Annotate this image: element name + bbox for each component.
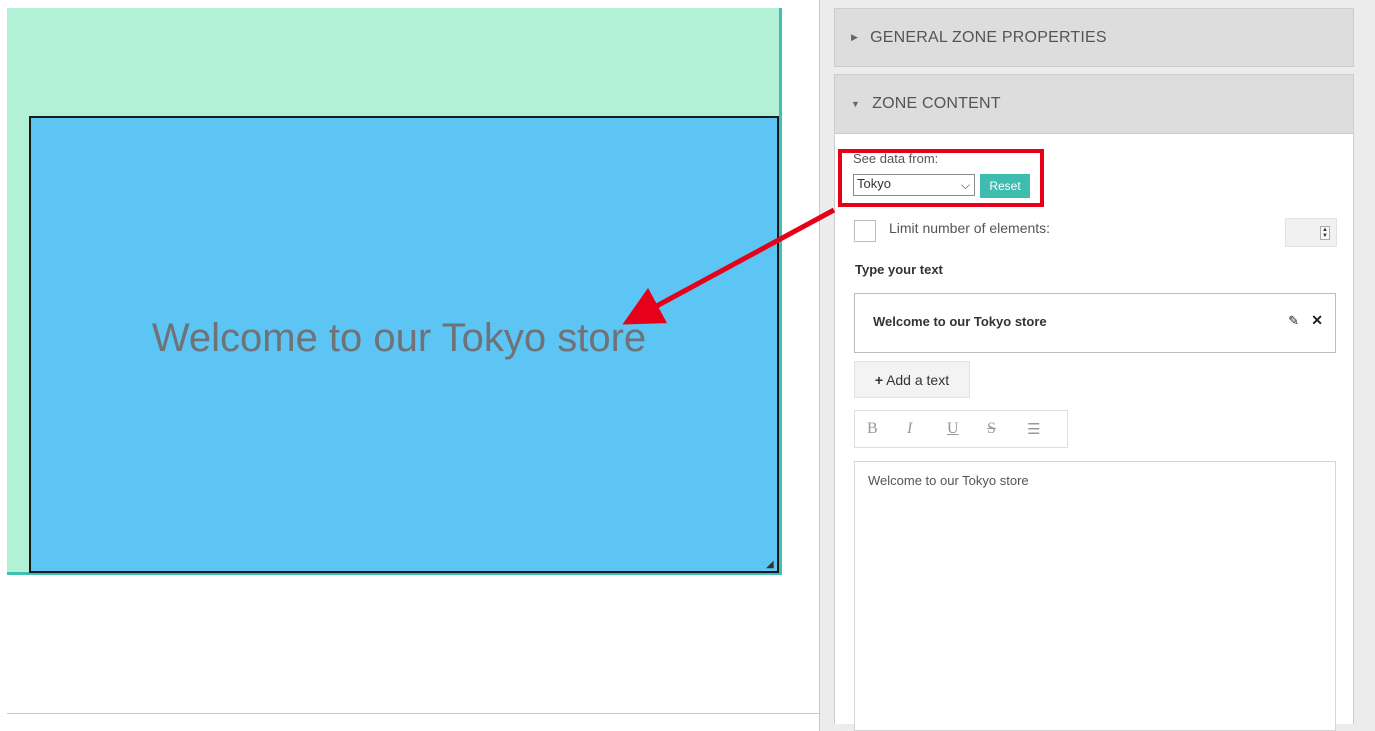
strikethrough-icon[interactable]: S bbox=[987, 420, 1027, 438]
zone-text: Welcome to our Tokyo store bbox=[151, 315, 647, 360]
limit-elements-checkbox[interactable] bbox=[854, 220, 876, 242]
plus-icon: + bbox=[874, 371, 884, 388]
stepper-arrows-icon[interactable]: ▲ ▼ bbox=[1320, 226, 1330, 240]
add-text-button[interactable]: + Add a text bbox=[854, 361, 970, 398]
canvas-bottom-divider bbox=[7, 713, 820, 714]
caret-down-icon: ▼ bbox=[851, 99, 861, 109]
text-list-item[interactable]: Welcome to our Tokyo store ✎ ✕ bbox=[854, 293, 1336, 353]
caret-right-icon: ▶ bbox=[851, 32, 859, 42]
location-select-value: Tokyo bbox=[857, 176, 891, 191]
zone-content-header[interactable]: ▼ ZONE CONTENT bbox=[834, 74, 1354, 134]
add-text-label: Add a text bbox=[886, 371, 950, 388]
type-text-label: Type your text bbox=[855, 262, 943, 277]
list-icon[interactable]: ☰ bbox=[1027, 420, 1067, 438]
pencil-icon[interactable]: ✎ bbox=[1288, 313, 1299, 329]
limit-elements-label: Limit number of elements: bbox=[889, 220, 1051, 236]
see-data-label: See data from: bbox=[853, 151, 939, 166]
reset-button[interactable]: Reset bbox=[980, 174, 1030, 198]
general-zone-properties-header[interactable]: ▶ GENERAL ZONE PROPERTIES bbox=[834, 8, 1354, 67]
location-select[interactable]: Tokyo ⌵ bbox=[853, 174, 975, 196]
zone-content-body: See data from: Tokyo ⌵ Reset Limit numbe… bbox=[834, 134, 1354, 731]
chevron-down-icon: ⌵ bbox=[960, 178, 970, 192]
text-zone[interactable]: Welcome to our Tokyo store ◢ bbox=[29, 116, 779, 573]
close-icon[interactable]: ✕ bbox=[1311, 312, 1323, 329]
text-item-label: Welcome to our Tokyo store bbox=[873, 314, 1047, 329]
limit-elements-stepper[interactable]: ▲ ▼ bbox=[1285, 218, 1337, 247]
bold-icon[interactable]: B bbox=[867, 420, 907, 438]
underline-icon[interactable]: U bbox=[947, 420, 987, 438]
general-zone-properties-label: GENERAL ZONE PROPERTIES bbox=[870, 28, 1107, 46]
zone-content-label: ZONE CONTENT bbox=[872, 95, 1001, 112]
text-format-toolbar: B I U S ☰ bbox=[854, 410, 1068, 448]
design-canvas: Welcome to our Tokyo store ◢ bbox=[0, 0, 820, 731]
resize-handle-icon[interactable]: ◢ bbox=[766, 560, 776, 570]
properties-panel: ▶ GENERAL ZONE PROPERTIES ▼ ZONE CONTENT… bbox=[820, 0, 1375, 731]
italic-icon[interactable]: I bbox=[907, 420, 947, 438]
text-editor[interactable]: Welcome to our Tokyo store bbox=[854, 461, 1336, 731]
